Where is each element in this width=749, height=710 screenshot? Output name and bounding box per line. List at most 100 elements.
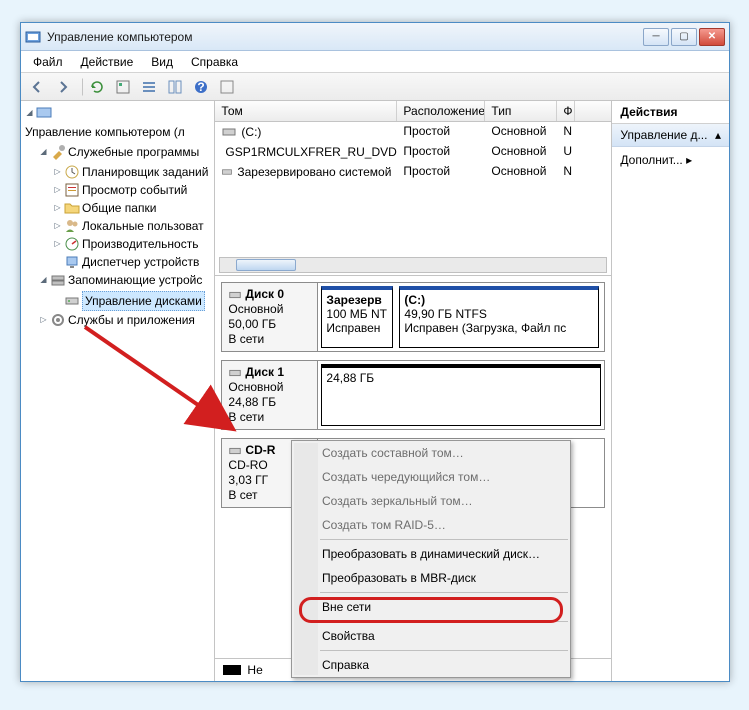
tree-scheduler[interactable]: ▷Планировщик заданий (53, 163, 208, 181)
tree-root[interactable]: ◢ Управление компьютером (л ◢ Служебные … (25, 105, 212, 329)
forward-button[interactable] (51, 76, 75, 98)
menubar: Файл Действие Вид Справка (21, 51, 729, 73)
titlebar: Управление компьютером ─ ▢ ✕ (21, 23, 729, 51)
back-button[interactable] (25, 76, 49, 98)
actions-disk-mgmt[interactable]: Управление д...▴ (612, 124, 729, 147)
refresh-button[interactable] (85, 76, 109, 98)
tree-panel: ◢ Управление компьютером (л ◢ Служебные … (21, 101, 215, 681)
tree-disk-management[interactable]: Управление дисками (53, 291, 205, 311)
legend-swatch-unalloc (223, 665, 241, 675)
ctx-divider (320, 621, 568, 622)
expander-icon[interactable]: ▷ (53, 204, 62, 213)
properties-button[interactable] (111, 76, 135, 98)
ctx-divider (320, 539, 568, 540)
minimize-button[interactable]: ─ (643, 28, 669, 46)
disk-icon (228, 288, 242, 302)
disk-info: Диск 0Основной50,00 ГБВ сети (222, 283, 318, 351)
ctx-properties[interactable]: Свойства (292, 624, 570, 648)
expander-icon[interactable]: ▷ (53, 168, 62, 177)
menu-help[interactable]: Справка (183, 53, 246, 71)
window-title: Управление компьютером (47, 30, 643, 44)
menu-file[interactable]: Файл (25, 53, 71, 71)
col-type[interactable]: Тип (485, 101, 557, 121)
expander-icon[interactable]: ▷ (53, 222, 62, 231)
partition[interactable]: Зарезерв100 МБ NTИсправен (321, 286, 393, 348)
disk-icon (228, 444, 242, 458)
close-button[interactable]: ✕ (699, 28, 725, 46)
volume-list: Том Расположение Тип Ф (C:)ПростойОсновн… (215, 101, 611, 276)
disk-block[interactable]: Диск 1Основной24,88 ГБВ сети24,88 ГБ (221, 360, 605, 430)
expander-icon[interactable]: ▷ (53, 186, 62, 195)
disk-icon (228, 366, 242, 380)
expander-icon[interactable]: ▷ (39, 316, 48, 325)
toolbar: ? (21, 73, 729, 101)
help-button[interactable]: ? (189, 76, 213, 98)
tree-device-manager[interactable]: Диспетчер устройств (53, 253, 208, 271)
volume-row[interactable]: GSP1RMCULXFRER_RU_DVD (E:)ПростойОсновно… (215, 142, 611, 162)
toolbar-separator (77, 78, 83, 96)
maximize-button[interactable]: ▢ (671, 28, 697, 46)
event-icon (64, 182, 80, 198)
ctx-convert-dynamic[interactable]: Преобразовать в динамический диск… (292, 542, 570, 566)
volume-row[interactable]: Зарезервировано системойПростойОсновнойN (215, 162, 611, 182)
tree-shared-folders[interactable]: ▷Общие папки (53, 199, 208, 217)
expander-icon[interactable]: ◢ (25, 109, 34, 118)
ctx-create-spanned: Создать составной том… (292, 441, 570, 465)
tree-event-viewer[interactable]: ▷Просмотр событий (53, 181, 208, 199)
ctx-convert-mbr[interactable]: Преобразовать в MBR-диск (292, 566, 570, 590)
partition[interactable]: (C:)49,90 ГБ NTFSИсправен (Загрузка, Фай… (399, 286, 599, 348)
menu-action[interactable]: Действие (73, 53, 142, 71)
expander-icon[interactable]: ◢ (39, 148, 48, 157)
expander-icon[interactable]: ▷ (53, 240, 62, 249)
ctx-create-striped: Создать чередующийся том… (292, 465, 570, 489)
device-icon (64, 254, 80, 270)
disk-info: Диск 1Основной24,88 ГБВ сети (222, 361, 318, 429)
view-button[interactable] (137, 76, 161, 98)
services-icon (50, 312, 66, 328)
actions-panel: Действия Управление д...▴ Дополнит... ▸ (612, 101, 729, 681)
col-layout[interactable]: Расположение (397, 101, 485, 121)
ctx-help[interactable]: Справка (292, 653, 570, 677)
ctx-create-raid5: Создать том RAID-5… (292, 513, 570, 537)
volume-icon (221, 124, 237, 140)
actions-more[interactable]: Дополнит... ▸ (612, 147, 729, 173)
users-icon (64, 218, 80, 234)
tree-services-apps[interactable]: ▷Службы и приложения (39, 311, 212, 329)
perf-icon (64, 236, 80, 252)
disk-block[interactable]: Диск 0Основной50,00 ГБВ сетиЗарезерв100 … (221, 282, 605, 352)
disk-mgmt-icon (64, 293, 80, 309)
view-split-button[interactable] (163, 76, 187, 98)
collapse-icon: ▴ (715, 128, 721, 142)
ctx-divider (320, 592, 568, 593)
expander-icon[interactable]: ◢ (39, 276, 48, 285)
tree-local-users[interactable]: ▷Локальные пользоват (53, 217, 208, 235)
tree-performance[interactable]: ▷Производительность (53, 235, 208, 253)
disk-partitions: 24,88 ГБ (318, 361, 604, 429)
storage-icon (50, 272, 66, 288)
disk-partitions: Зарезерв100 МБ NTИсправен(C:)49,90 ГБ NT… (318, 283, 604, 351)
volume-icon (221, 164, 233, 180)
spacer (53, 258, 62, 267)
scrollbar-thumb[interactable] (236, 259, 296, 271)
volume-header: Том Расположение Тип Ф (215, 101, 611, 122)
context-menu: Создать составной том… Создать чередующи… (291, 440, 571, 678)
ctx-offline[interactable]: Вне сети (292, 595, 570, 619)
tree-storage[interactable]: ◢ Запоминающие устройс Управление дискам… (39, 271, 212, 311)
tools-icon (50, 144, 66, 160)
clock-icon (64, 164, 80, 180)
tree-system-tools-label: Служебные программы (68, 143, 199, 161)
col-fs[interactable]: Ф (557, 101, 575, 121)
col-volume[interactable]: Том (215, 101, 397, 121)
tree-system-tools[interactable]: ◢ Служебные программы ▷Планировщик задан… (39, 143, 212, 271)
horizontal-scrollbar[interactable] (219, 257, 607, 273)
ctx-divider (320, 650, 568, 651)
menu-view[interactable]: Вид (143, 53, 181, 71)
legend-label-unalloc: Не (247, 663, 262, 677)
tree-root-label: Управление компьютером (л (25, 123, 185, 141)
app-icon (25, 29, 41, 45)
ctx-create-mirrored: Создать зеркальный том… (292, 489, 570, 513)
extra-button[interactable] (215, 76, 239, 98)
volume-row[interactable]: (C:)ПростойОсновнойN (215, 122, 611, 142)
partition[interactable]: 24,88 ГБ (321, 364, 601, 426)
actions-header: Действия (612, 101, 729, 124)
